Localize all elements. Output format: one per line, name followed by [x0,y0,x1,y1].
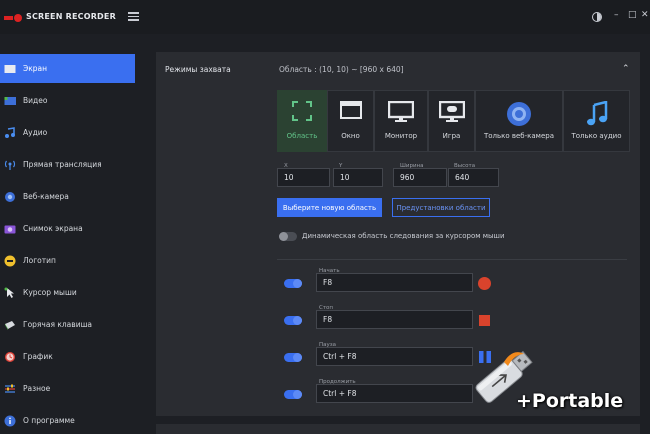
mode-label: Монитор [384,132,418,140]
hotkey-input-pause[interactable]: Ctrl + F8 [316,347,473,366]
app-title: SCREEN RECORDER [26,12,116,21]
sidebar-item-label: Логотип [23,256,56,265]
region-icon [292,101,312,123]
mode-label: Игра [442,132,461,140]
hotkey-input-start[interactable]: F8 [316,273,473,292]
close-button[interactable]: ✕ [641,10,649,20]
audio-icon [4,126,16,139]
hotkey-input-resume[interactable]: Ctrl + F8 [316,384,473,403]
mode-label: Область [286,132,318,140]
sidebar-item-label: Снимок экрана [23,224,83,233]
hotkey-toggle-resume[interactable] [284,390,302,399]
height-input[interactable]: 640 [448,168,499,187]
minimize-button[interactable]: – [614,10,619,20]
sidebar-item-label: График [23,352,53,361]
sidebar-item-video[interactable]: Видео [0,86,135,115]
mode-window[interactable]: Окно [327,90,374,152]
sidebar-item-broadcast[interactable]: Прямая трансляция [0,150,135,179]
music-note-icon [586,100,608,129]
info-icon [4,415,16,427]
webcam-only-icon [506,101,532,129]
sidebar-item-label: Веб-камера [23,192,69,201]
sidebar-item-audio[interactable]: Аудио [0,118,135,147]
mode-label: Окно [341,132,360,140]
width-input[interactable]: 960 [393,168,447,187]
sidebar-item-screenshot[interactable]: Снимок экрана [0,214,135,243]
chevron-up-icon[interactable]: ⌃ [622,64,630,74]
mode-label: Только веб-камера [483,132,554,140]
divider [277,259,627,260]
sidebar-item-label: О программе [23,416,75,425]
sidebar-item-label: Разное [23,384,51,393]
sidebar-item-label: Аудио [23,128,48,137]
bottom-panel [156,424,640,434]
section-title: Режимы захвата [165,65,231,74]
hotkey-input-stop[interactable]: F8 [316,310,473,329]
mode-label: Только аудио [571,132,622,140]
mode-webcam-only[interactable]: Только веб-камера [475,90,563,152]
app-logo-icon [4,14,22,22]
screen-icon [4,63,16,75]
record-icon [478,277,491,290]
sidebar-item-schedule[interactable]: График [0,342,135,371]
title-bar: SCREEN RECORDER – □ ✕ [0,0,650,34]
hotkey-toggle-stop[interactable] [284,316,302,325]
webcam-icon [4,191,16,203]
hotkey-toggle-start[interactable] [284,279,302,288]
watermark-text: +Portable [516,390,624,412]
camera-icon [4,223,16,235]
monitor-icon [387,100,415,125]
sidebar-item-webcam[interactable]: Веб-камера [0,182,135,211]
keyboard-icon [4,319,16,331]
broadcast-icon [4,159,16,171]
sidebar-item-misc[interactable]: Разное [0,374,135,403]
y-input[interactable]: 10 [333,168,383,187]
sidebar-item-logo[interactable]: Логотип [0,246,135,275]
area-presets-button[interactable]: Предустановки области [392,198,490,217]
sidebar-item-label: Прямая трансляция [23,160,102,169]
dynamic-area-label: Динамическая область следования за курсо… [302,232,505,240]
sidebar-item-screen[interactable]: Экран [0,54,135,83]
clock-icon [4,351,16,363]
sidebar-item-cursor[interactable]: Курсор мыши [0,278,135,307]
sidebar-item-label: Курсор мыши [23,288,77,297]
select-new-area-button[interactable]: Выберите новую область [277,198,382,217]
menu-icon[interactable] [128,12,139,21]
mode-monitor[interactable]: Монитор [374,90,428,152]
dynamic-area-toggle[interactable] [279,232,297,241]
maximize-button[interactable]: □ [628,10,637,20]
video-icon [4,95,16,107]
region-info: Область : (10, 10) ~ [960 x 640] [279,65,404,74]
window-icon [339,101,362,121]
sidebar-item-label: Горячая клавиша [23,320,93,329]
sidebar-item-hotkey[interactable]: Горячая клавиша [0,310,135,339]
game-icon [438,100,465,125]
x-input[interactable]: 10 [277,168,330,187]
sliders-icon [4,383,16,395]
cursor-icon [4,287,16,299]
sidebar: Экран Видео Аудио Прямая трансляция Веб-… [0,34,142,434]
hotkey-toggle-pause[interactable] [284,353,302,362]
stop-icon [479,315,490,326]
portable-watermark: +Portable [466,344,623,420]
logo-icon [4,255,16,267]
sidebar-item-label: Видео [23,96,48,105]
mode-region[interactable]: Область [277,90,327,152]
theme-toggle-icon[interactable] [592,12,602,22]
mode-game[interactable]: Игра [428,90,475,152]
sidebar-item-about[interactable]: О программе [0,406,135,434]
sidebar-item-label: Экран [23,64,48,73]
mode-audio-only[interactable]: Только аудио [563,90,630,152]
